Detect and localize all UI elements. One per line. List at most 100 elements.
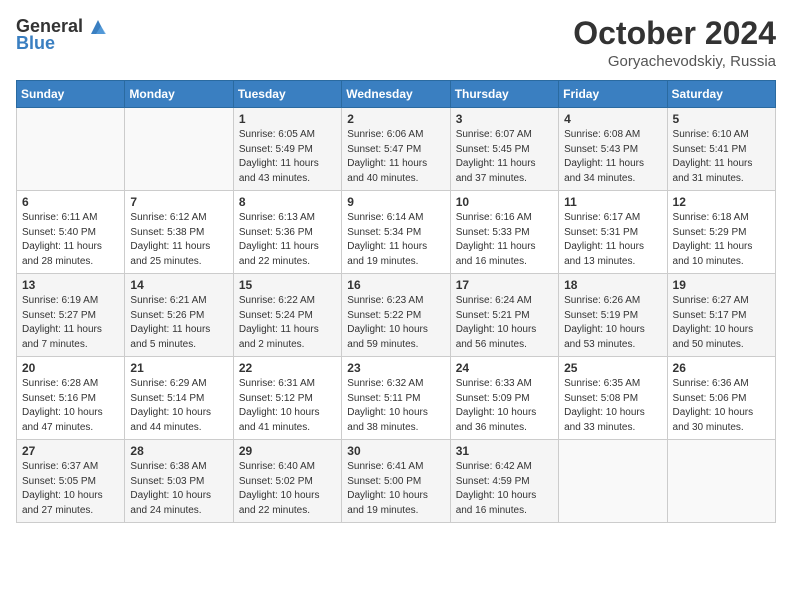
day-number: 24 — [456, 361, 553, 375]
calendar-week-row: 6 Sunrise: 6:11 AM Sunset: 5:40 PM Daylig… — [17, 191, 776, 274]
logo: General Blue — [16, 16, 109, 54]
day-info: Sunrise: 6:17 AM Sunset: 5:31 PM Dayligh… — [564, 211, 661, 269]
day-info: Sunrise: 6:36 AM Sunset: 5:06 PM Dayligh… — [673, 377, 770, 435]
day-number: 19 — [673, 278, 770, 292]
day-info: Sunrise: 6:33 AM Sunset: 5:09 PM Dayligh… — [456, 377, 553, 435]
day-number: 1 — [239, 112, 336, 126]
day-info: Sunrise: 6:06 AM Sunset: 5:47 PM Dayligh… — [347, 128, 444, 186]
day-info: Sunrise: 6:08 AM Sunset: 5:43 PM Dayligh… — [564, 128, 661, 186]
calendar-cell: 20Sunrise: 6:28 AM Sunset: 5:16 PM Dayli… — [17, 357, 125, 440]
day-info: Sunrise: 6:11 AM Sunset: 5:40 PM Dayligh… — [22, 211, 119, 269]
day-number: 22 — [239, 361, 336, 375]
day-number: 14 — [130, 278, 227, 292]
calendar-cell: 17 Sunrise: 6:24 AM Sunset: 5:21 PM Dayli… — [450, 274, 558, 357]
calendar-cell: 11Sunrise: 6:17 AM Sunset: 5:31 PM Dayli… — [559, 191, 667, 274]
calendar-cell: 14Sunrise: 6:21 AM Sunset: 5:26 PM Dayli… — [125, 274, 233, 357]
day-number: 9 — [347, 195, 444, 209]
day-number: 30 — [347, 444, 444, 458]
day-number: 17 — [456, 278, 553, 292]
day-info: Sunrise: 6:07 AM Sunset: 5:45 PM Dayligh… — [456, 128, 553, 186]
calendar-cell: 1 Sunrise: 6:05 AM Sunset: 5:49 PM Daylig… — [233, 108, 341, 191]
calendar-cell: 8 Sunrise: 6:13 AM Sunset: 5:36 PM Daylig… — [233, 191, 341, 274]
calendar-cell: 4 Sunrise: 6:08 AM Sunset: 5:43 PM Daylig… — [559, 108, 667, 191]
calendar-cell: 13 Sunrise: 6:19 AM Sunset: 5:27 PM Dayli… — [17, 274, 125, 357]
day-info: Sunrise: 6:35 AM Sunset: 5:08 PM Dayligh… — [564, 377, 661, 435]
day-number: 29 — [239, 444, 336, 458]
calendar-header: SundayMondayTuesdayWednesdayThursdayFrid… — [17, 81, 776, 108]
calendar-cell: 9Sunrise: 6:14 AM Sunset: 5:34 PM Daylig… — [342, 191, 450, 274]
day-number: 12 — [673, 195, 770, 209]
calendar-week-row: 27 Sunrise: 6:37 AM Sunset: 5:05 PM Dayli… — [17, 440, 776, 523]
day-number: 27 — [22, 444, 119, 458]
day-info: Sunrise: 6:41 AM Sunset: 5:00 PM Dayligh… — [347, 460, 444, 518]
day-info: Sunrise: 6:12 AM Sunset: 5:38 PM Dayligh… — [130, 211, 227, 269]
calendar-cell: 22 Sunrise: 6:31 AM Sunset: 5:12 PM Dayli… — [233, 357, 341, 440]
day-info: Sunrise: 6:05 AM Sunset: 5:49 PM Dayligh… — [239, 128, 336, 186]
day-info: Sunrise: 6:29 AM Sunset: 5:14 PM Dayligh… — [130, 377, 227, 435]
calendar-cell: 7Sunrise: 6:12 AM Sunset: 5:38 PM Daylig… — [125, 191, 233, 274]
day-number: 10 — [456, 195, 553, 209]
calendar-week-row: 13 Sunrise: 6:19 AM Sunset: 5:27 PM Dayli… — [17, 274, 776, 357]
calendar-cell: 3Sunrise: 6:07 AM Sunset: 5:45 PM Daylig… — [450, 108, 558, 191]
day-info: Sunrise: 6:16 AM Sunset: 5:33 PM Dayligh… — [456, 211, 553, 269]
calendar-cell: 30 Sunrise: 6:41 AM Sunset: 5:00 PM Dayli… — [342, 440, 450, 523]
day-number: 21 — [130, 361, 227, 375]
day-info: Sunrise: 6:10 AM Sunset: 5:41 PM Dayligh… — [673, 128, 770, 186]
weekday-header-friday: Friday — [559, 81, 667, 108]
calendar-cell: 25 Sunrise: 6:35 AM Sunset: 5:08 PM Dayli… — [559, 357, 667, 440]
calendar-cell: 16Sunrise: 6:23 AM Sunset: 5:22 PM Dayli… — [342, 274, 450, 357]
weekday-header-row: SundayMondayTuesdayWednesdayThursdayFrid… — [17, 81, 776, 108]
day-number: 23 — [347, 361, 444, 375]
weekday-header-saturday: Saturday — [667, 81, 775, 108]
weekday-header-tuesday: Tuesday — [233, 81, 341, 108]
calendar-cell: 23 Sunrise: 6:32 AM Sunset: 5:11 PM Dayli… — [342, 357, 450, 440]
calendar-cell — [667, 440, 775, 523]
weekday-header-wednesday: Wednesday — [342, 81, 450, 108]
calendar-cell: 28 Sunrise: 6:38 AM Sunset: 5:03 PM Dayli… — [125, 440, 233, 523]
day-number: 2 — [347, 112, 444, 126]
day-info: Sunrise: 6:22 AM Sunset: 5:24 PM Dayligh… — [239, 294, 336, 352]
day-info: Sunrise: 6:19 AM Sunset: 5:27 PM Dayligh… — [22, 294, 119, 352]
day-info: Sunrise: 6:42 AM Sunset: 4:59 PM Dayligh… — [456, 460, 553, 518]
calendar-cell: 27 Sunrise: 6:37 AM Sunset: 5:05 PM Dayli… — [17, 440, 125, 523]
day-number: 18 — [564, 278, 661, 292]
calendar-week-row: 20Sunrise: 6:28 AM Sunset: 5:16 PM Dayli… — [17, 357, 776, 440]
day-number: 8 — [239, 195, 336, 209]
day-number: 6 — [22, 195, 119, 209]
weekday-header-monday: Monday — [125, 81, 233, 108]
calendar-cell: 10 Sunrise: 6:16 AM Sunset: 5:33 PM Dayli… — [450, 191, 558, 274]
day-number: 25 — [564, 361, 661, 375]
calendar-body: 1 Sunrise: 6:05 AM Sunset: 5:49 PM Daylig… — [17, 108, 776, 523]
day-info: Sunrise: 6:37 AM Sunset: 5:05 PM Dayligh… — [22, 460, 119, 518]
calendar-table: SundayMondayTuesdayWednesdayThursdayFrid… — [16, 80, 776, 523]
day-info: Sunrise: 6:40 AM Sunset: 5:02 PM Dayligh… — [239, 460, 336, 518]
logo-icon — [87, 16, 109, 38]
calendar-cell: 18 Sunrise: 6:26 AM Sunset: 5:19 PM Dayli… — [559, 274, 667, 357]
day-info: Sunrise: 6:32 AM Sunset: 5:11 PM Dayligh… — [347, 377, 444, 435]
calendar-cell: 12Sunrise: 6:18 AM Sunset: 5:29 PM Dayli… — [667, 191, 775, 274]
weekday-header-sunday: Sunday — [17, 81, 125, 108]
day-info: Sunrise: 6:27 AM Sunset: 5:17 PM Dayligh… — [673, 294, 770, 352]
day-number: 4 — [564, 112, 661, 126]
day-info: Sunrise: 6:24 AM Sunset: 5:21 PM Dayligh… — [456, 294, 553, 352]
calendar-cell: 2 Sunrise: 6:06 AM Sunset: 5:47 PM Daylig… — [342, 108, 450, 191]
title-area: October 2024 Goryachevodskiy, Russia — [573, 16, 776, 70]
day-number: 13 — [22, 278, 119, 292]
day-number: 26 — [673, 361, 770, 375]
calendar-cell: 6 Sunrise: 6:11 AM Sunset: 5:40 PM Daylig… — [17, 191, 125, 274]
calendar-cell — [125, 108, 233, 191]
location-text: Goryachevodskiy, Russia — [573, 53, 776, 70]
calendar-cell: 24 Sunrise: 6:33 AM Sunset: 5:09 PM Dayli… — [450, 357, 558, 440]
day-number: 31 — [456, 444, 553, 458]
calendar-cell: 15Sunrise: 6:22 AM Sunset: 5:24 PM Dayli… — [233, 274, 341, 357]
day-number: 28 — [130, 444, 227, 458]
calendar-cell: 31 Sunrise: 6:42 AM Sunset: 4:59 PM Dayli… — [450, 440, 558, 523]
day-number: 20 — [22, 361, 119, 375]
day-info: Sunrise: 6:23 AM Sunset: 5:22 PM Dayligh… — [347, 294, 444, 352]
calendar-cell — [17, 108, 125, 191]
day-info: Sunrise: 6:31 AM Sunset: 5:12 PM Dayligh… — [239, 377, 336, 435]
day-info: Sunrise: 6:26 AM Sunset: 5:19 PM Dayligh… — [564, 294, 661, 352]
calendar-cell: 19 Sunrise: 6:27 AM Sunset: 5:17 PM Dayli… — [667, 274, 775, 357]
day-info: Sunrise: 6:38 AM Sunset: 5:03 PM Dayligh… — [130, 460, 227, 518]
day-info: Sunrise: 6:13 AM Sunset: 5:36 PM Dayligh… — [239, 211, 336, 269]
